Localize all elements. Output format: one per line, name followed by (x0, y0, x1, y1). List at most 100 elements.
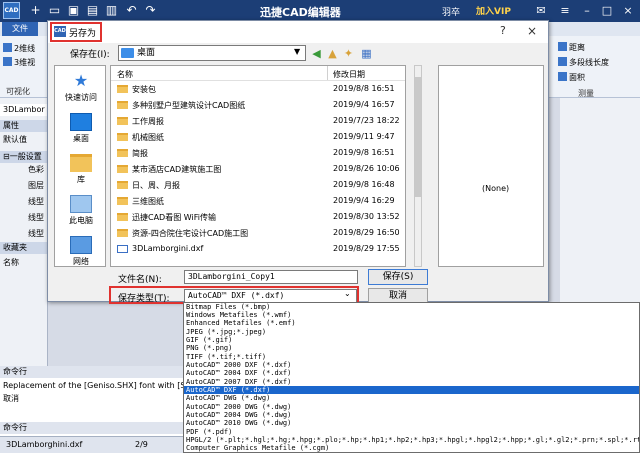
dialog-app-icon: CAD (54, 26, 66, 37)
file-type-option[interactable]: HPGL/2 (*.plt;*.hgl;*.hg;*.hpg;*.plo;*.h… (184, 436, 639, 444)
file-type-option[interactable]: AutoCAD™ DWG (*.dwg) (184, 394, 639, 402)
file-type-option[interactable]: TIFF (*.tif;*.tiff) (184, 353, 639, 361)
folder-icon (117, 229, 128, 237)
new-file-icon[interactable]: + (28, 3, 43, 18)
file-type-option[interactable]: AutoCAD™ 2000 DWG (*.dwg) (184, 403, 639, 411)
file-row[interactable]: 机械图纸 2019/9/11 9:47 (111, 131, 405, 144)
folder-icon (117, 149, 128, 157)
status-page-count: 2/9 (135, 440, 148, 449)
place-this-pc[interactable]: 此电脑 (55, 195, 107, 226)
ribbon-polyline-length-button[interactable]: 多段线长度 (558, 57, 609, 68)
area-icon (558, 72, 567, 81)
default-value-dropdown[interactable]: 默认值 (0, 134, 48, 146)
ribbon-visualize-group: 可视化 (6, 87, 30, 96)
save-in-label: 保存在(I): (70, 50, 110, 60)
collapse-icon: ⊟ (3, 152, 10, 161)
close-icon[interactable]: × (520, 22, 544, 40)
column-header-date[interactable]: 修改日期 (333, 69, 365, 80)
preview-pane (438, 65, 544, 267)
new-folder-icon[interactable]: ✦ (342, 47, 355, 60)
title-bar: CAD + ▭ ▣ ▤ ▥ ↶ ↷ 迅捷CAD编辑器 羽卒 加入VIP ✉ ≡ … (0, 0, 640, 22)
file-type-options-list: Bitmap Files (*.bmp) Windows Metafiles (… (183, 302, 640, 453)
command-output-line: 取消 (3, 394, 19, 403)
file-type-option[interactable]: Windows Metafiles (*.wmf) (184, 311, 639, 319)
up-folder-icon[interactable]: ▲ (326, 47, 339, 60)
place-quick-access[interactable]: ★ 快速访问 (55, 72, 107, 103)
status-document-name[interactable]: 3DLamborghini.dxf (6, 440, 82, 449)
file-type-option[interactable]: GIF (*.gif) (184, 336, 639, 344)
file-type-option[interactable]: AutoCAD™ 2004 DWG (*.dwg) (184, 411, 639, 419)
chevron-down-icon[interactable]: ▼ (294, 47, 300, 56)
open-folder-icon[interactable]: ▭ (47, 3, 62, 18)
tab-file[interactable]: 文件 (2, 22, 38, 36)
place-library[interactable]: 库 (55, 154, 107, 185)
save-as-icon[interactable]: ▤ (85, 3, 100, 18)
ribbon-distance-button[interactable]: 距离 (558, 42, 585, 53)
column-separator[interactable] (327, 66, 328, 80)
back-icon[interactable]: ◀ (310, 47, 323, 60)
menu-icon[interactable]: ≡ (556, 2, 574, 19)
library-icon (70, 154, 92, 172)
preview-placeholder: (None) (482, 184, 510, 193)
folder-icon (117, 197, 128, 205)
distance-icon (558, 42, 567, 51)
print-icon[interactable]: ▥ (104, 3, 119, 18)
dialog-title: 另存为 (69, 29, 97, 39)
file-row[interactable]: 3DLamborgini.dxf 2019/8/29 17:55 (111, 243, 405, 256)
property-linetype-3: 线型 (28, 229, 44, 238)
file-row[interactable]: 安装包 2019/8/8 16:51 (111, 83, 405, 96)
file-row[interactable]: 资源-四合院住宅设计CAD施工图 2019/8/29 16:50 (111, 227, 405, 240)
message-icon[interactable]: ✉ (532, 2, 550, 19)
minimize-icon[interactable]: – (578, 2, 596, 19)
vip-button[interactable]: 加入VIP (476, 4, 511, 17)
file-type-option[interactable]: Enhanced Metafiles (*.emf) (184, 319, 639, 327)
file-name-label: 文件名(N): (118, 275, 162, 285)
folder-icon (117, 133, 128, 141)
save-in-dropdown[interactable]: 桌面 (118, 45, 306, 61)
command-input-header[interactable]: 命令行 (0, 422, 183, 434)
file-type-option[interactable]: AutoCAD™ 2007 DXF (*.dxf) (184, 378, 639, 386)
header-divider (111, 80, 405, 81)
save-button[interactable]: 保存(S) (368, 269, 428, 285)
place-network[interactable]: 网络 (55, 236, 107, 267)
file-name-input[interactable]: 3DLamborgini_Copy1 (184, 270, 358, 284)
file-type-option[interactable]: PDF (*.pdf) (184, 428, 639, 436)
property-linetype-2: 线型 (28, 213, 44, 222)
star-icon: ★ (73, 71, 89, 90)
column-header-name[interactable]: 名称 (117, 69, 133, 80)
ribbon-3d-view-button[interactable]: 3维视 (3, 57, 35, 68)
scrollbar-thumb[interactable] (415, 77, 421, 197)
file-row[interactable]: 某市酒店CAD建筑施工图 2019/8/26 10:06 (111, 163, 405, 176)
view-menu-icon[interactable]: ▦ (360, 47, 373, 60)
file-type-option[interactable]: PNG (*.png) (184, 344, 639, 352)
undo-icon[interactable]: ↶ (124, 3, 139, 18)
file-type-option[interactable]: JPEG (*.jpg;*.jpeg) (184, 328, 639, 336)
redo-icon[interactable]: ↷ (143, 3, 158, 18)
places-bar: ★ 快速访问 桌面 库 此电脑 网络 (54, 65, 106, 267)
file-type-option-selected[interactable]: AutoCAD™ DXF (*.dxf) (184, 386, 639, 394)
place-desktop[interactable]: 桌面 (55, 113, 107, 144)
file-row[interactable]: 三维图纸 2019/9/4 16:29 (111, 195, 405, 208)
help-icon[interactable]: ? (500, 24, 506, 37)
close-app-icon[interactable]: × (619, 2, 637, 19)
file-row[interactable]: 工作周报 2019/7/23 18:22 (111, 115, 405, 128)
file-type-dropdown[interactable]: AutoCAD™ DXF (*.dxf) (184, 289, 357, 303)
file-row[interactable]: 简报 2019/9/8 16:51 (111, 147, 405, 160)
file-type-option[interactable]: AutoCAD™ 2004 DXF (*.dxf) (184, 369, 639, 377)
general-settings-group[interactable]: ⊟一般设置 (0, 151, 48, 163)
maximize-icon[interactable]: □ (598, 2, 616, 19)
user-name[interactable]: 羽卒 (442, 5, 460, 18)
file-type-option[interactable]: AutoCAD™ 2000 DXF (*.dxf) (184, 361, 639, 369)
chevron-down-icon[interactable]: ⌄ (344, 289, 351, 298)
folder-icon (117, 117, 128, 125)
ribbon-area-button[interactable]: 面积 (558, 72, 585, 83)
file-type-option[interactable]: Computer Graphics Metafile (*.cgm) (184, 444, 639, 452)
file-row[interactable]: 日、周、月报 2019/9/8 16:48 (111, 179, 405, 192)
file-row[interactable]: 多种别墅户型建筑设计CAD图纸 2019/9/4 16:57 (111, 99, 405, 112)
file-row[interactable]: 迅捷CAD看图 WiFi传输 2019/8/30 13:52 (111, 211, 405, 224)
ribbon-2d-line-button[interactable]: 2维线 (3, 43, 35, 54)
file-type-option[interactable]: AutoCAD™ 2010 DWG (*.dwg) (184, 419, 639, 427)
save-icon[interactable]: ▣ (66, 3, 81, 18)
document-tab[interactable]: 3DLambor (0, 104, 48, 116)
file-type-option[interactable]: Bitmap Files (*.bmp) (184, 303, 639, 311)
